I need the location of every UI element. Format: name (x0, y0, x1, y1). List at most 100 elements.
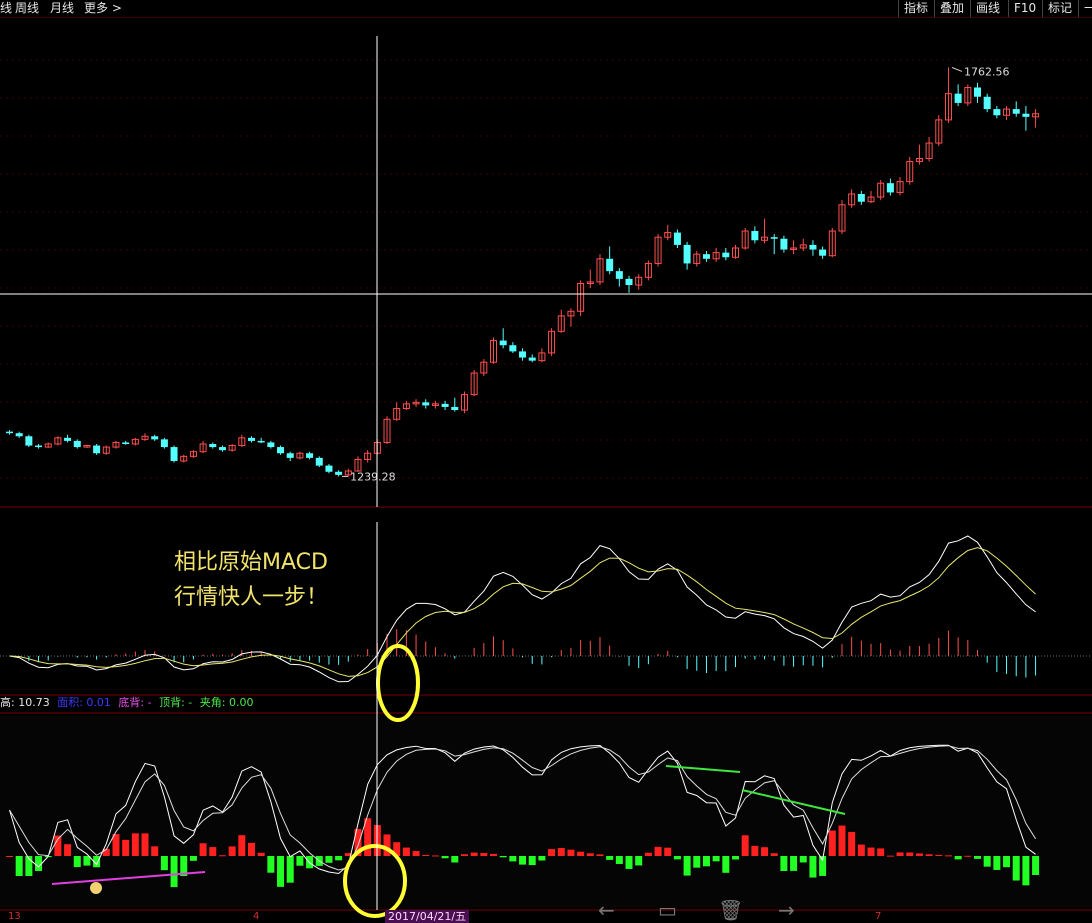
axis-label-3: 7 (875, 911, 882, 922)
price-grid (0, 59, 1092, 911)
osc-bar (557, 847, 565, 856)
osc-bar (741, 835, 749, 856)
osc-bar (702, 856, 710, 867)
candle-body-down (306, 453, 314, 458)
candle-body-down (286, 453, 294, 458)
highlight-circle-macd (376, 644, 420, 722)
osc-bar (586, 853, 594, 856)
osc-bar (644, 852, 652, 856)
osc-bar (64, 844, 72, 856)
trash-icon[interactable]: 🗑 (718, 897, 743, 923)
candle-body-down (886, 183, 894, 193)
candle-body-down (257, 440, 265, 443)
osc-bar (867, 847, 875, 856)
candle-body-down (615, 271, 623, 279)
axis-label-2: 4 (253, 911, 260, 922)
candle-body-down (499, 340, 507, 346)
osc-bar (490, 853, 497, 856)
osc-bar (383, 834, 391, 856)
osc-bar (935, 854, 943, 856)
osc-bar (606, 856, 614, 860)
candle-body-down (770, 237, 778, 239)
annotation-line1: 相比原始MACD (174, 550, 328, 575)
osc-bar (277, 856, 285, 887)
osc-bar (141, 833, 149, 856)
candle-body-down (170, 447, 178, 461)
kline-chart[interactable]: 1762.56 1239.28 (0, 0, 1092, 923)
osc-bar (761, 847, 769, 856)
candle-body-down (519, 351, 527, 358)
candle-body-down (683, 244, 691, 264)
osc-bar (732, 856, 739, 860)
candle-body-down (209, 443, 217, 448)
forward-arrow-icon[interactable]: → (778, 897, 795, 923)
osc-bar (635, 856, 643, 866)
candle-body-down (218, 447, 226, 451)
candle-body-down (751, 231, 759, 241)
osc-bar (335, 856, 343, 861)
osc-bar (412, 851, 420, 856)
candle-body-down (702, 254, 710, 259)
candle-body-down (451, 406, 459, 411)
osc-bar (325, 856, 333, 863)
candle-body-down (277, 447, 285, 454)
candle-body-down (722, 252, 730, 258)
osc-bar (431, 855, 439, 857)
osc-bar (857, 844, 865, 856)
osc-bar (944, 855, 952, 857)
osc-bar (441, 856, 449, 859)
osc-bar (257, 852, 265, 856)
osc-bar (209, 847, 217, 856)
osc-bar (528, 856, 536, 866)
message-icon[interactable]: ▭ (658, 897, 677, 923)
osc-bar (422, 854, 430, 856)
osc-bar (838, 825, 846, 856)
candle-body-down (528, 357, 536, 361)
osc-bar (6, 856, 13, 857)
candle-body-down (606, 258, 614, 272)
osc-bar (799, 856, 807, 863)
osc-bar (896, 852, 904, 856)
osc-bar (848, 831, 856, 856)
candle-body-down (819, 249, 827, 256)
candle-body-down (1012, 109, 1020, 114)
candle-body-down (325, 465, 333, 472)
candle-body-down (315, 457, 323, 466)
osc-bar (267, 856, 275, 873)
osc-bar (499, 856, 507, 858)
osc-bar (73, 856, 81, 868)
osc-bg (0, 716, 1092, 908)
osc-bar (131, 833, 139, 856)
osc-bar (296, 856, 304, 866)
candle-body-down (335, 471, 343, 475)
osc-bar (983, 856, 991, 867)
candle-body-down (6, 431, 13, 434)
osc-bar (538, 856, 546, 861)
back-arrow-icon[interactable]: ← (598, 897, 615, 923)
cursor-date-label: 2017/04/21/五 (385, 910, 470, 923)
osc-bar (151, 846, 159, 856)
osc-bar (770, 853, 778, 856)
osc-bar (596, 854, 604, 856)
osc-bar (519, 856, 527, 865)
osc-bar (577, 851, 585, 856)
osc-bar (218, 855, 226, 857)
candle-body-down (974, 87, 981, 97)
osc-bar (693, 856, 701, 868)
osc-bar (160, 856, 168, 871)
osc-bar (238, 835, 246, 856)
candle-body-down (25, 436, 33, 446)
candle-body-down (422, 402, 430, 406)
osc-bar (915, 853, 923, 856)
osc-bar (248, 842, 255, 856)
candle-body-down (93, 445, 101, 454)
osc-bar (228, 846, 236, 856)
osc-bar (790, 856, 798, 871)
osc-bar (1032, 856, 1040, 875)
money-bag-icon (90, 882, 102, 894)
osc-bar (122, 839, 130, 856)
osc-bar (925, 854, 933, 856)
indicator-readout: 高: 10.73 面积: 0.01 底背: - 顶背: - 夹角: 0.00 (0, 695, 257, 711)
candle-body-down (151, 436, 159, 440)
osc-bar (625, 856, 633, 869)
